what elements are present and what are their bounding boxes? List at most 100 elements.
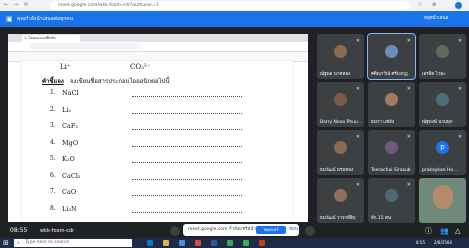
mic-off-icon: ✕ — [406, 182, 411, 188]
participant-tile[interactable]: ✕ ณัฐพล นาคทอง — [317, 34, 364, 79]
present-icon: ▣ — [6, 15, 13, 23]
exercise-formula: NaCl — [62, 89, 79, 97]
word-icon[interactable] — [211, 240, 217, 246]
exercise-number: 5. — [50, 155, 56, 162]
exercise-number: 8. — [50, 204, 56, 212]
stop-presenting-button[interactable]: หยุดนำเสนอ — [424, 11, 448, 27]
participant-name: ศศิณาวีณ์ ศรีมงกุฎ — [371, 72, 408, 77]
participant-tile[interactable]: ✕ ธนวัฒน์ พรมทอง — [317, 130, 364, 175]
exercise-number: 6. — [50, 171, 56, 179]
forward-arrow-icon[interactable]: → — [14, 1, 18, 10]
mic-off-icon: ✕ — [457, 86, 462, 92]
app-icon[interactable] — [195, 240, 201, 246]
mic-off-icon: ✕ — [406, 134, 411, 140]
document-page: Li⁺ CO₃²⁻ คำชี้แจง จงเขียนชื่อสารประกอบไ… — [22, 61, 292, 222]
hide-notice-button[interactable]: ซ่อน — [289, 224, 298, 236]
participant-name: Barry Nooo Phuu... — [320, 120, 363, 125]
participant-avatar: p — [436, 140, 449, 154]
sharing-notice-text: meet.google.com กำลังแชร์หน้าจอ — [188, 227, 262, 232]
participant-avatar — [385, 44, 398, 58]
profile-avatar[interactable] — [455, 2, 462, 9]
chrome-icon[interactable] — [227, 240, 233, 246]
more-options-button[interactable] — [305, 226, 315, 236]
answer-line — [132, 129, 242, 130]
powerpoint-icon[interactable] — [259, 240, 265, 246]
formula-carbonate: CO₃²⁻ — [130, 63, 151, 71]
taskbar-search-placeholder: Type here to search — [25, 240, 70, 245]
presenting-text: คุณกำลังนำเสนอต่อทุกคน — [17, 16, 74, 22]
back-arrow-icon[interactable]: ← — [4, 1, 8, 10]
self-video — [432, 185, 453, 210]
answer-line — [132, 195, 242, 196]
exercise-formula: CaO — [62, 188, 77, 196]
mic-button[interactable] — [170, 226, 180, 236]
mic-off-icon: ✕ — [355, 38, 360, 44]
file-explorer-icon[interactable] — [163, 240, 169, 246]
participant-tile[interactable]: ✕ ธนวา แซ่ยัง — [368, 82, 415, 127]
participant-name: ณัฐพล นาคทอง — [320, 72, 351, 77]
participant-avatar — [385, 188, 398, 202]
formula-li-ion: Li⁺ — [60, 63, 71, 71]
exercise-formula: MgO — [62, 138, 79, 147]
inner-url-field — [30, 43, 140, 49]
participant-tile[interactable]: ✕ ธนวัฒน์ วาจาสี่สิบ — [317, 178, 364, 223]
participant-name: ณัฐพงษ์ นวนพุก — [422, 120, 453, 125]
participant-name: prakaykan Ho... — [422, 168, 458, 173]
info-icon[interactable]: ⓘ — [425, 226, 435, 236]
people-icon[interactable]: 👥 — [440, 226, 450, 236]
participant-tile[interactable] — [419, 178, 466, 223]
store-icon[interactable] — [179, 240, 185, 246]
exercise-number: 7. — [50, 188, 56, 195]
exercise-number: 4. — [50, 138, 56, 146]
participant-name: ธนวัฒน์ พรมทอง — [320, 168, 354, 173]
participant-avatar — [385, 92, 398, 106]
windows-start-icon[interactable]: ⊞ — [3, 239, 9, 247]
answer-line — [132, 178, 242, 180]
extensions-icon[interactable]: ⚙ — [432, 1, 436, 10]
meeting-time: 08:55 — [10, 227, 28, 234]
participant-name: อีก 15 คน — [371, 216, 392, 221]
participant-name: เอรจิต ไวยะ — [422, 72, 446, 77]
participant-tile[interactable]: ✕ ณัฐพงษ์ นวนพุก — [419, 82, 466, 127]
exercise-formula: Li₂ — [62, 105, 72, 114]
line-icon[interactable] — [243, 240, 249, 246]
activities-icon[interactable]: △ — [455, 226, 465, 236]
participant-avatar — [334, 44, 347, 58]
stop-sharing-button[interactable]: หยุดแชร์ — [256, 226, 286, 234]
instruction-label: คำชี้แจง — [42, 78, 64, 85]
participant-name: ธนวัฒน์ วาจาสี่สิบ — [320, 216, 356, 221]
participant-avatar — [334, 140, 347, 154]
answer-line — [132, 211, 242, 213]
exercise-number: 1. — [50, 89, 56, 96]
inner-tab-title: 1. ไอออน-แบบฝึกหัด — [24, 36, 56, 40]
participant-name: Teerachai Sirasub — [371, 168, 411, 173]
meeting-code: wkk-foom-cdr — [40, 228, 75, 234]
mic-off-icon: ✕ — [457, 134, 462, 140]
mic-off-icon: ✕ — [355, 86, 360, 92]
instruction-text: จงเขียนชื่อสารประกอบไอออนิกต่อไปนี้ — [70, 78, 170, 85]
participant-tile[interactable]: ✕ อีก 15 คน — [368, 178, 415, 223]
mic-off-icon: ✕ — [406, 38, 411, 44]
mic-off-icon: ✕ — [355, 182, 360, 188]
taskbar-clock-date: 2/8/2564 — [434, 240, 452, 245]
participant-avatar — [334, 188, 347, 202]
exercise-number: 3. — [50, 122, 56, 129]
participant-tile[interactable]: ✕ ศศิณาวีณ์ ศรีมงกุฎ — [367, 33, 416, 80]
search-icon: ⌕ — [17, 240, 20, 246]
participant-avatar — [385, 140, 398, 154]
reload-icon[interactable]: ⟳ — [24, 1, 28, 10]
exercise-formula: K₂O — [62, 155, 75, 163]
exercise-formula: CaCl₂ — [62, 171, 81, 180]
exercise-formula: CaF₂ — [62, 122, 78, 130]
participant-tile[interactable]: p ✕ prakaykan Ho... — [419, 130, 466, 175]
taskview-icon[interactable] — [147, 240, 153, 246]
answer-line — [132, 145, 242, 147]
star-icon[interactable]: ☆ — [418, 1, 422, 10]
participant-avatar — [436, 92, 449, 106]
answer-line — [132, 162, 242, 163]
exercise-formula: Li₃N — [62, 204, 77, 213]
participant-tile[interactable]: ✕ Barry Nooo Phuu... — [317, 82, 364, 127]
participant-tile[interactable]: ✕ เอรจิต ไวยะ — [419, 34, 466, 79]
participant-tile[interactable]: ✕ Teerachai Sirasub — [368, 130, 415, 175]
mic-off-icon: ✕ — [406, 86, 411, 92]
